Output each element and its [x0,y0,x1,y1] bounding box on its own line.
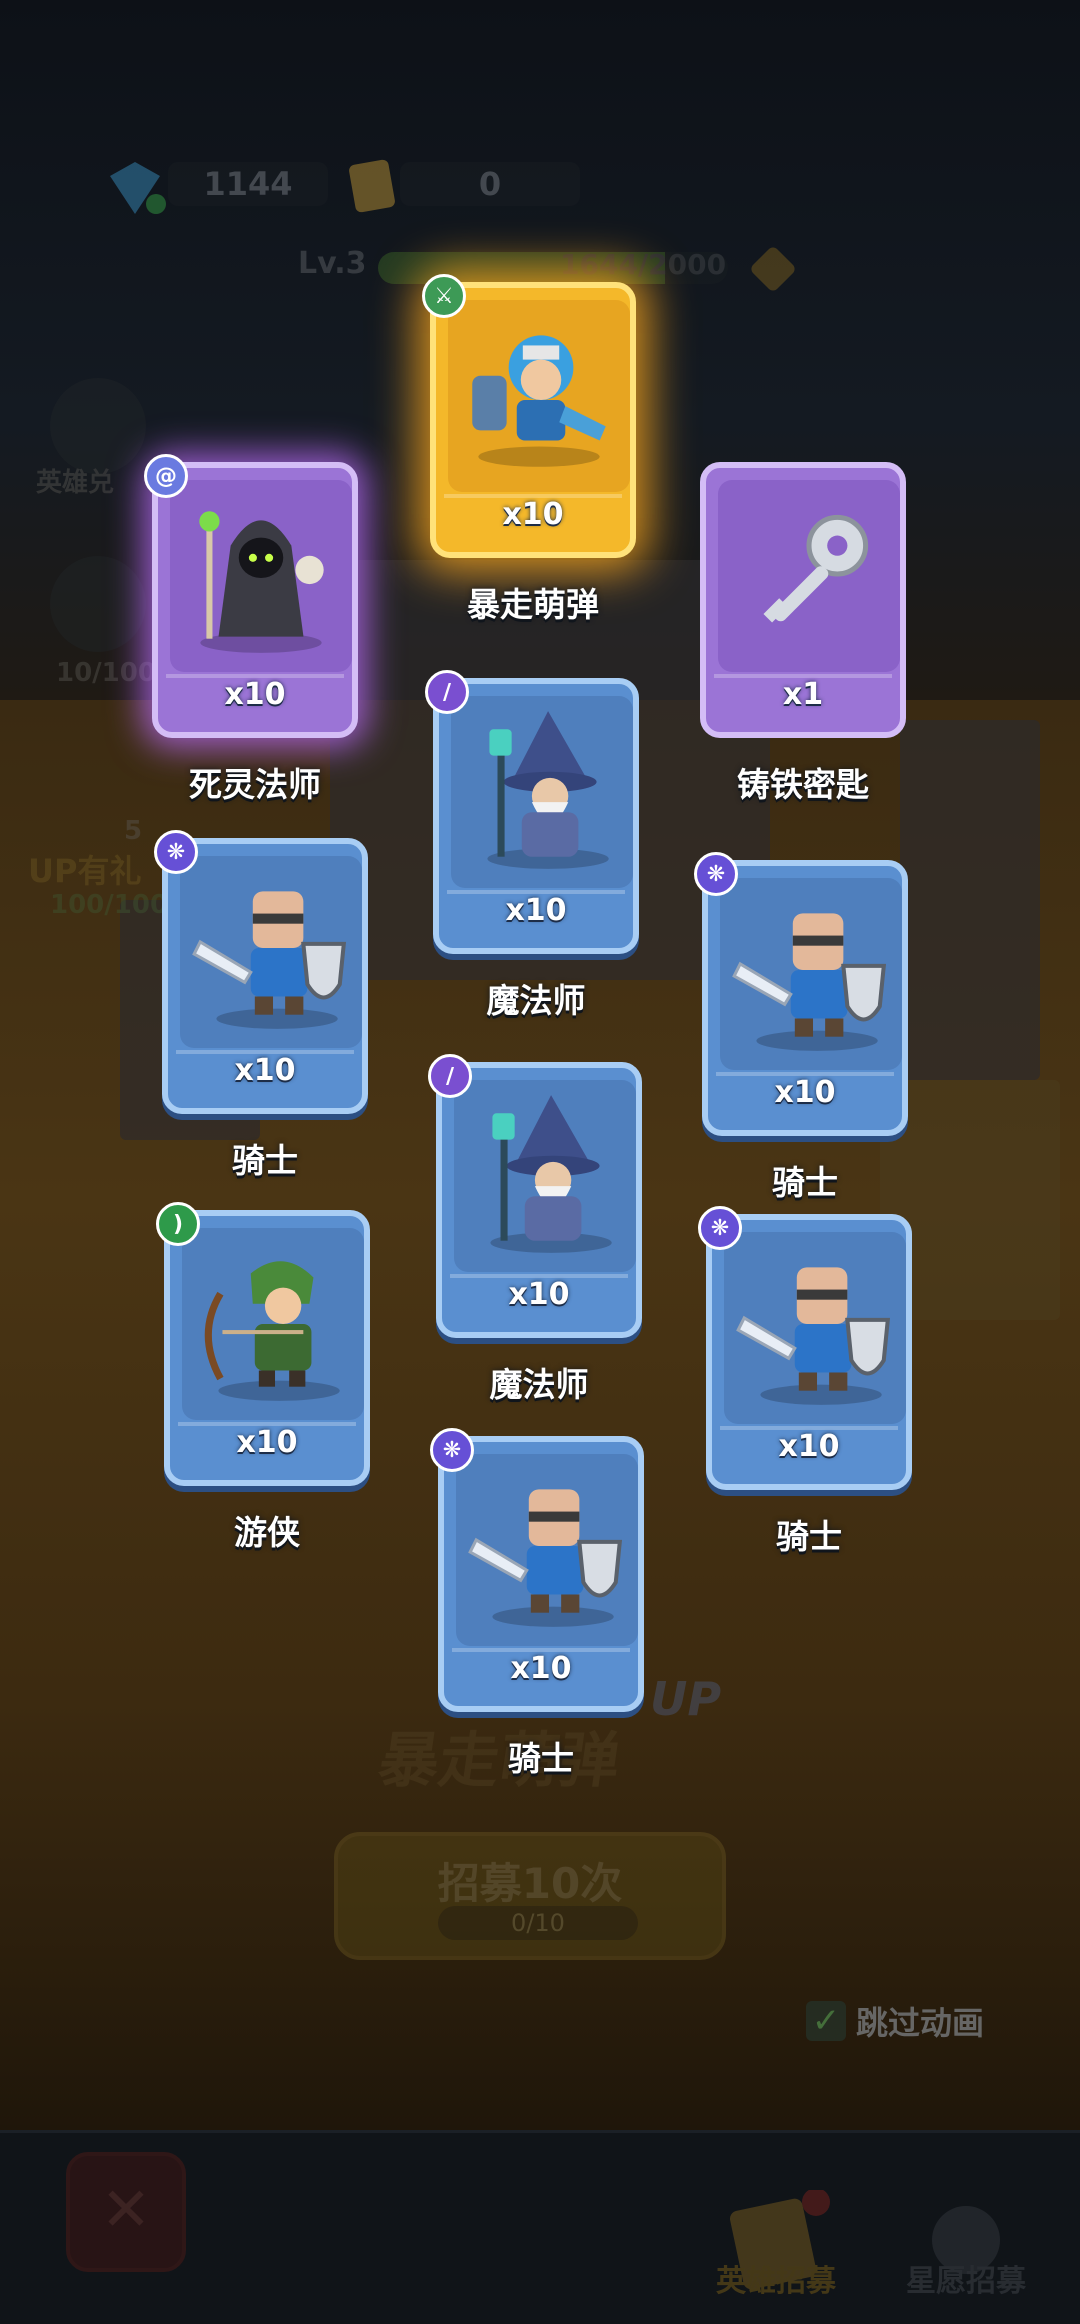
reward-card[interactable]: ❋ x10 骑士 [694,852,908,1202]
card-quantity: x10 [508,1277,570,1312]
staff-icon: ∕ [428,1054,472,1098]
warning-icon[interactable] [748,244,798,294]
gem-count: 1144 [168,162,328,206]
up-gift-count: 5 [124,816,143,846]
star-item-count: 10/100 [56,658,156,688]
knight-art [724,1232,906,1424]
hero-bomber-art [448,300,630,492]
reward-card[interactable]: ∕ x10 魔法师 [425,670,639,1020]
necromancer-art [170,480,352,672]
card-name: 死灵法师 [189,765,321,804]
reward-card[interactable]: x1 铸铁密匙 [700,462,906,804]
up-gift-label[interactable]: UP有礼 [28,846,141,892]
iron-key-art [718,480,900,672]
star-item-button[interactable] [50,556,146,652]
recruit-10-button[interactable]: 招募10次 0/10 [334,1832,726,1960]
card-name: 魔法师 [489,1365,589,1404]
knight-art [180,856,362,1048]
level-progress-text: 1644/2000 [560,248,727,281]
hero-exchange-label: 英雄兑 [36,468,115,498]
card-quantity: x10 [778,1429,840,1464]
paw-icon: ❋ [154,830,198,874]
paw-icon: ❋ [694,852,738,896]
swirl-icon: @ [144,454,188,498]
wizard-art [454,1080,636,1272]
card-name: 骑士 [776,1517,842,1556]
gem-icon [110,162,166,214]
card-quantity: x10 [510,1651,572,1686]
sword-icon: ⚔ [422,274,466,318]
card-name: 骑士 [232,1141,298,1180]
card-quantity: x10 [505,893,567,928]
knight-art [720,878,902,1070]
reward-card[interactable]: ❋ x10 骑士 [154,830,368,1180]
ticket-icon [349,159,395,213]
reward-card[interactable]: ⚔ x10 暴走萌弹 [422,274,636,624]
card-name: 暴走萌弹 [467,585,599,624]
tab-star-recruit[interactable]: 星愿招募 [866,2180,1066,2320]
card-name: 游侠 [234,1513,300,1552]
bow-icon: ) [156,1202,200,1246]
recruit-10-progress: 0/10 [438,1906,638,1940]
ranger-art [182,1228,364,1420]
staff-icon: ∕ [425,670,469,714]
paw-icon: ❋ [698,1206,742,1250]
skip-animation-toggle[interactable]: ✓ 跳过动画 [806,1998,984,2044]
recruit-10-label: 招募10次 [437,1859,623,1908]
skip-animation-label: 跳过动画 [856,2004,985,2042]
level-label: Lv.3 [298,246,367,281]
card-quantity: x10 [224,677,286,712]
reward-card[interactable]: @ x10 死灵法师 [144,454,358,804]
card-name: 骑士 [508,1739,574,1778]
ticket-count: 0 [400,162,580,206]
card-quantity: x1 [782,677,824,712]
card-name: 骑士 [772,1163,838,1202]
card-quantity: x10 [236,1425,298,1460]
card-quantity: x10 [502,497,564,532]
card-quantity: x10 [234,1053,296,1088]
reward-card[interactable]: ❋ x10 骑士 [698,1206,912,1556]
reward-card[interactable]: ∕ x10 魔法师 [428,1054,642,1404]
card-name: 铸铁密匙 [737,765,869,804]
knight-art [456,1454,638,1646]
close-button[interactable]: ✕ [66,2152,186,2272]
tab-hero-recruit[interactable]: 英雄招募 [676,2180,876,2320]
hero-exchange-button[interactable] [50,378,146,474]
reward-card[interactable]: ❋ x10 骑士 [430,1428,644,1778]
up-gift-progress: 100/100 [50,890,169,920]
card-quantity: x10 [774,1075,836,1110]
checkmark-icon: ✓ [806,2001,846,2041]
paw-icon: ❋ [430,1428,474,1472]
wizard-art [451,696,633,888]
reward-card[interactable]: ) x10 游侠 [156,1202,370,1552]
banner-up-label: UP [650,1672,722,1726]
card-name: 魔法师 [486,981,586,1020]
